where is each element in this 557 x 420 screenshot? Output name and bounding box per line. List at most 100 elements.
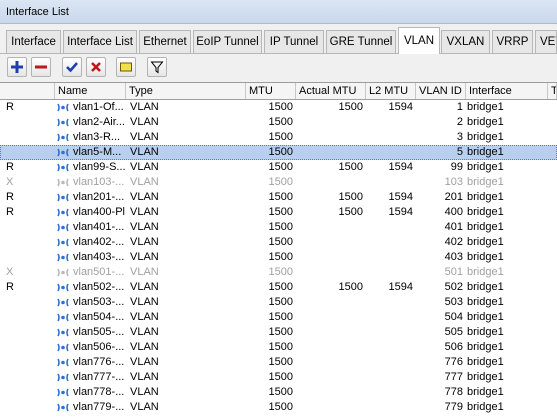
vlan-id-cell: 503 xyxy=(444,296,463,308)
table-row[interactable]: vlan505-... VLAN 1500 505 bridge1 xyxy=(0,325,557,340)
tab-interface[interactable]: Interface xyxy=(6,30,61,53)
comment-button[interactable] xyxy=(116,57,136,77)
type-cell: VLAN xyxy=(130,281,159,293)
tab-veth[interactable]: VETH xyxy=(535,30,557,53)
mtu-cell: 1500 xyxy=(268,386,293,398)
mtu-cell: 1500 xyxy=(268,146,293,158)
column-vlan-id[interactable]: VLAN ID xyxy=(416,83,466,99)
l2-mtu-cell: 1594 xyxy=(388,206,413,218)
actual-mtu-cell xyxy=(296,340,366,355)
tab-ip-tunnel[interactable]: IP Tunnel xyxy=(264,30,324,53)
table-row[interactable]: vlan506-... VLAN 1500 506 bridge1 xyxy=(0,340,557,355)
disable-button[interactable] xyxy=(86,57,106,77)
actual-mtu-cell xyxy=(296,385,366,400)
table-row[interactable]: Rvlan99-S... VLAN 1500 1500 1594 99 bridge1 xyxy=(0,160,557,175)
vlan-id-cell: 103 xyxy=(444,176,463,188)
tab-gre-tunnel[interactable]: GRE Tunnel xyxy=(326,30,396,53)
type-cell: VLAN xyxy=(130,146,159,158)
remove-button[interactable] xyxy=(31,57,51,77)
table-row[interactable]: Xvlan501-... VLAN 1500 501 bridge1 xyxy=(0,265,557,280)
column-name[interactable]: Name xyxy=(55,83,126,99)
column-tx[interactable]: Tx xyxy=(548,83,557,99)
tab-vxlan[interactable]: VXLAN xyxy=(441,30,490,53)
table-row[interactable]: Xvlan103-... VLAN 1500 103 bridge1 xyxy=(0,175,557,190)
column-flag[interactable] xyxy=(0,83,55,99)
filter-button[interactable] xyxy=(147,57,167,77)
table-header: Name Type MTU Actual MTU L2 MTU VLAN ID … xyxy=(0,83,557,100)
table-row[interactable]: vlan504-... VLAN 1500 504 bridge1 xyxy=(0,310,557,325)
toolbar xyxy=(0,54,557,81)
type-cell: VLAN xyxy=(130,176,159,188)
enable-button[interactable] xyxy=(62,57,82,77)
vlan-interface-icon xyxy=(57,223,69,232)
vlan-interface-icon xyxy=(57,163,69,172)
interface-cell: bridge1 xyxy=(467,341,504,353)
column-mtu[interactable]: MTU xyxy=(246,83,296,99)
vlan-id-cell: 3 xyxy=(456,131,463,143)
l2-mtu-cell xyxy=(366,385,416,400)
table-row[interactable]: Rvlan400-Pl VLAN 1500 1500 1594 400 bridge1 xyxy=(0,205,557,220)
interface-cell: bridge1 xyxy=(467,401,504,413)
column-actual-mtu[interactable]: Actual MTU xyxy=(296,83,366,99)
actual-mtu-cell xyxy=(296,250,366,265)
tab-interface-list[interactable]: Interface List xyxy=(63,30,137,53)
flag-cell xyxy=(6,295,46,310)
flag-cell xyxy=(6,400,46,415)
table-row[interactable]: vlan776-... VLAN 1500 776 bridge1 xyxy=(0,355,557,370)
type-cell: VLAN xyxy=(130,296,159,308)
actual-mtu-cell: 1500 xyxy=(338,191,363,203)
column-type[interactable]: Type xyxy=(126,83,246,99)
l2-mtu-cell xyxy=(366,325,416,340)
name-cell: vlan402-... xyxy=(73,236,125,248)
table-row[interactable]: vlan401-... VLAN 1500 401 bridge1 xyxy=(0,220,557,235)
interface-cell: bridge1 xyxy=(467,236,504,248)
table-row[interactable]: vlan2-Air... VLAN 1500 2 bridge1 xyxy=(0,115,557,130)
add-button[interactable] xyxy=(7,57,27,77)
vlan-interface-icon xyxy=(57,133,69,142)
column-interface[interactable]: Interface xyxy=(466,83,548,99)
l2-mtu-cell xyxy=(366,115,416,130)
table-row[interactable]: vlan503-... VLAN 1500 503 bridge1 xyxy=(0,295,557,310)
name-cell: vlan777-... xyxy=(73,371,125,383)
table-row[interactable]: vlan779-... VLAN 1500 779 bridge1 xyxy=(0,400,557,415)
name-cell: vlan401-... xyxy=(73,221,125,233)
table-row[interactable]: vlan777-... VLAN 1500 777 bridge1 xyxy=(0,370,557,385)
tab-eoip-tunnel[interactable]: EoIP Tunnel xyxy=(193,30,262,53)
l2-mtu-cell xyxy=(366,235,416,250)
table-row[interactable]: vlan402-... VLAN 1500 402 bridge1 xyxy=(0,235,557,250)
column-l2-mtu[interactable]: L2 MTU xyxy=(366,83,416,99)
vlan-id-cell: 776 xyxy=(444,356,463,368)
mtu-cell: 1500 xyxy=(268,116,293,128)
vlan-id-cell: 403 xyxy=(444,251,463,263)
vlan-interface-icon xyxy=(57,298,69,307)
tab-vlan[interactable]: VLAN xyxy=(398,27,440,54)
vlan-interface-icon xyxy=(57,388,69,397)
tab-ethernet[interactable]: Ethernet xyxy=(139,30,191,53)
type-cell: VLAN xyxy=(130,161,159,173)
mtu-cell: 1500 xyxy=(268,296,293,308)
interface-cell: bridge1 xyxy=(467,251,504,263)
table-row[interactable]: vlan5-M... VLAN 1500 5 bridge1 xyxy=(0,145,557,160)
l2-mtu-cell xyxy=(366,400,416,415)
vlan-interface-icon xyxy=(57,343,69,352)
table-row[interactable]: Rvlan201-... VLAN 1500 1500 1594 201 bridge1 xyxy=(0,190,557,205)
type-cell: VLAN xyxy=(130,341,159,353)
vlan-interface-icon xyxy=(57,253,69,262)
mtu-cell: 1500 xyxy=(268,251,293,263)
vlan-id-cell: 505 xyxy=(444,326,463,338)
tab-vrrp[interactable]: VRRP xyxy=(492,30,533,53)
note-icon xyxy=(120,62,132,72)
actual-mtu-cell xyxy=(296,370,366,385)
l2-mtu-cell xyxy=(366,310,416,325)
name-cell: vlan501-... xyxy=(73,266,125,278)
table-row[interactable]: Rvlan502-... VLAN 1500 1500 1594 502 bridge1 xyxy=(0,280,557,295)
table-row[interactable]: Rvlan1-Of... VLAN 1500 1500 1594 1 bridge1 xyxy=(0,100,557,115)
mtu-cell: 1500 xyxy=(268,206,293,218)
minus-icon xyxy=(35,65,47,69)
table-row[interactable]: vlan403-... VLAN 1500 403 bridge1 xyxy=(0,250,557,265)
table-row[interactable]: vlan778-... VLAN 1500 778 bridge1 xyxy=(0,385,557,400)
actual-mtu-cell: 1500 xyxy=(338,281,363,293)
vlan-interface-icon xyxy=(57,268,69,277)
table-row[interactable]: vlan3-R... VLAN 1500 3 bridge1 xyxy=(0,130,557,145)
type-cell: VLAN xyxy=(130,356,159,368)
